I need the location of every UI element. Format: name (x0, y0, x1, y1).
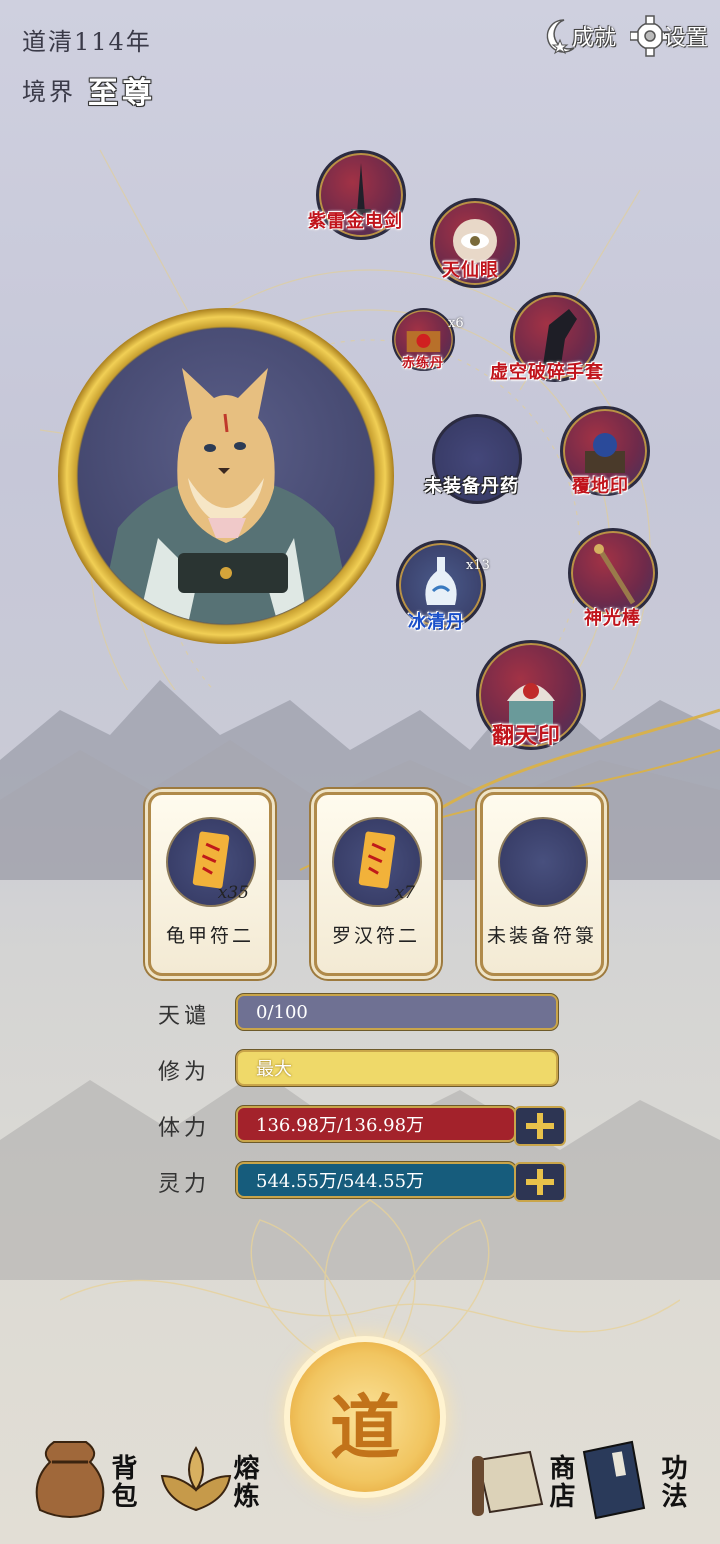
equip-count-ice-pill: x13 (466, 558, 490, 573)
stamina-value: 136.98万/136.98万 (256, 1115, 425, 1136)
equip-name-sword: 紫雷金电剑 (308, 211, 403, 232)
plus-icon (526, 1113, 554, 1139)
nav-refine-button[interactable]: 熔炼 (156, 1432, 266, 1532)
tribulation-label: 天谴 (158, 1004, 211, 1029)
nav-shop-button[interactable]: 商店 (468, 1430, 578, 1530)
spirit-bar: 544.55万/544.55万 (236, 1162, 516, 1198)
book-icon (582, 1440, 646, 1520)
tribulation-value: 0/100 (256, 1001, 308, 1023)
stamina-label: 体力 (158, 1116, 211, 1141)
stamina-bar: 136.98万/136.98万 (236, 1106, 516, 1142)
dao-center-button[interactable]: 道 (290, 1342, 440, 1492)
equip-name-eye: 天仙眼 (442, 260, 499, 281)
talisman-count: x35 (217, 883, 249, 903)
equip-count-red-pill: x6 (448, 316, 464, 331)
bag-icon (35, 1441, 105, 1518)
lotus-refine-icon (160, 1446, 232, 1512)
scroll-map-icon (472, 1450, 544, 1516)
achievements-button[interactable]: 成就 (540, 10, 616, 62)
character-portrait[interactable] (78, 328, 374, 624)
equip-name-staff: 神光棒 (584, 608, 641, 629)
nav-bag-button[interactable]: 背包 (30, 1432, 140, 1532)
equip-name-gloves: 虚空破碎手套 (490, 362, 604, 383)
equip-name-heaven-seal: 翻天印 (492, 723, 562, 749)
era-year: 道清114年 (22, 28, 152, 56)
nav-skills-button[interactable]: 功法 (574, 1430, 694, 1530)
equip-name-seal: 覆地印 (572, 476, 629, 497)
spirit-value: 544.55万/544.55万 (256, 1171, 425, 1192)
nav-refine-label: 熔炼 (229, 1454, 259, 1510)
talisman-card-1[interactable]: x35 龟甲符二 (148, 792, 272, 976)
realm-label: 境界 (22, 78, 76, 106)
tribulation-bar: 0/100 (236, 994, 558, 1030)
nav-skills-label: 功法 (657, 1454, 687, 1510)
cultivation-value: 最大 (256, 1059, 292, 1080)
fox-character-illustration (98, 368, 354, 624)
dao-glyph: 道 (330, 1386, 400, 1469)
talisman-card-2[interactable]: x7 罗汉符二 (314, 792, 438, 976)
equip-name-empty-pill: 未装备丹药 (424, 476, 519, 497)
nav-bag-label: 背包 (107, 1454, 137, 1510)
talisman-slot-empty (498, 817, 588, 907)
talisman-name: 罗汉符二 (331, 925, 420, 947)
add-spirit-button[interactable] (514, 1162, 566, 1202)
equip-name-ice-pill: 冰清丹 (408, 612, 465, 633)
spirit-label: 灵力 (158, 1172, 211, 1197)
plus-icon (526, 1169, 554, 1195)
talisman-name: 未装备符箓 (486, 925, 597, 947)
talisman-card-3[interactable]: 未装备符箓 (480, 792, 604, 976)
settings-label: 设置 (664, 26, 709, 51)
cultivation-bar: 最大 (236, 1050, 558, 1086)
talisman-name: 龟甲符二 (165, 925, 254, 947)
talisman-count: x7 (394, 883, 415, 903)
achievements-label: 成就 (572, 26, 617, 51)
cultivation-label: 修为 (158, 1060, 211, 1085)
equip-name-red-pill: 赤练丹 (402, 356, 445, 371)
realm-value: 至尊 (88, 76, 156, 111)
add-stamina-button[interactable] (514, 1106, 566, 1146)
settings-button[interactable]: 设置 (630, 10, 708, 62)
